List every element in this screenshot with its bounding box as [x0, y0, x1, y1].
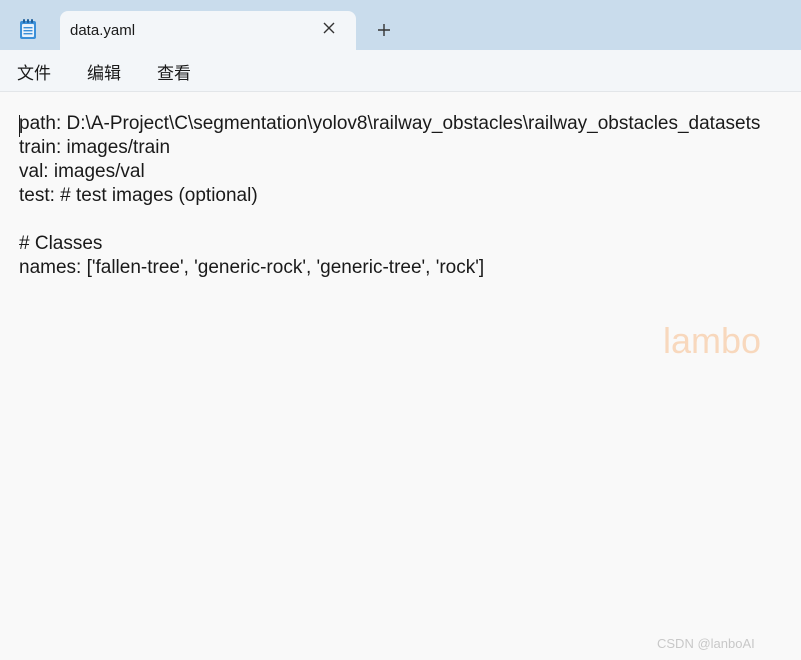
editor-line-7: names: ['fallen-tree', 'generic-rock', '… [19, 257, 485, 278]
editor-line-2: train: images/train [19, 137, 171, 158]
watermark-footer: CSDN @lanboAI [657, 636, 755, 651]
editor-line-3: val: images/val [19, 161, 145, 182]
menu-edit[interactable]: 编辑 [87, 59, 121, 84]
notepad-window: data.yaml 文件 编辑 查看 path: D:\A-Project\C\… [0, 0, 801, 660]
editor-line-1: path: D:\A-Project\C\segmentation\yolov8… [19, 113, 761, 134]
menu-file[interactable]: 文件 [17, 59, 51, 84]
title-tab-bar: data.yaml [0, 0, 801, 50]
notepad-icon [20, 19, 36, 39]
watermark-overlay: lambo [663, 320, 762, 361]
text-caret [19, 115, 20, 137]
tab-title: data.yaml [70, 22, 136, 39]
close-icon[interactable] [322, 21, 336, 35]
plus-icon[interactable] [377, 23, 391, 37]
menu-view[interactable]: 查看 [157, 59, 191, 84]
editor-line-4: test: # test images (optional) [19, 185, 258, 206]
tab-data-yaml[interactable]: data.yaml [60, 11, 356, 50]
menu-bar: 文件 编辑 查看 [0, 50, 801, 92]
editor-line-6: # Classes [19, 233, 103, 254]
text-editor[interactable]: path: D:\A-Project\C\segmentation\yolov8… [0, 92, 801, 660]
